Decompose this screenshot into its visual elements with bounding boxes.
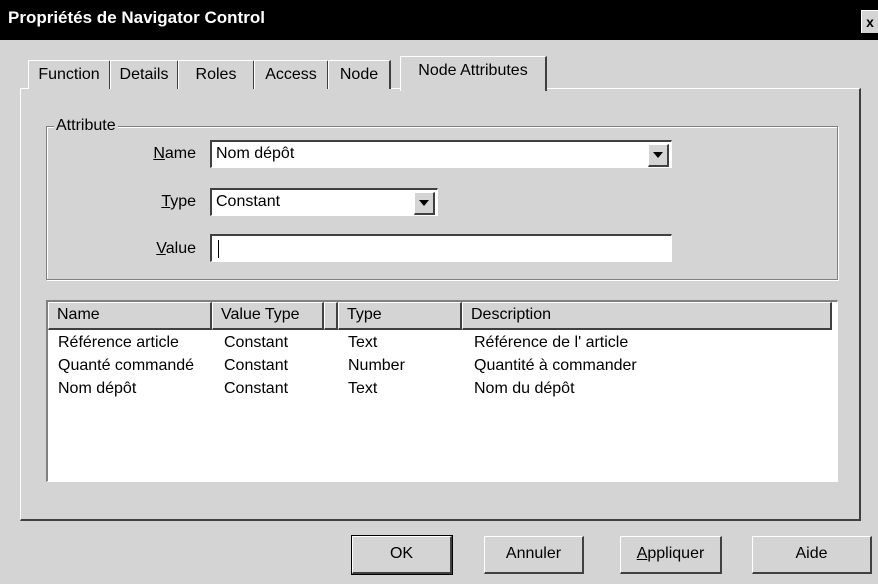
type-dropdown-value: Constant	[216, 193, 281, 210]
type-label-text: ype	[170, 193, 196, 210]
table-row[interactable]: Référence article Constant Text Référenc…	[48, 332, 832, 354]
attribute-group-label: Attribute	[54, 117, 118, 135]
cell-description: Référence de l' article	[474, 334, 629, 351]
name-label: Name	[116, 145, 196, 163]
cell-value-type: Constant	[224, 334, 289, 351]
type-dropdown-chevron-icon[interactable]	[414, 192, 435, 215]
column-header-value-type[interactable]: Value Type	[212, 302, 324, 330]
tab-function[interactable]: Function	[28, 60, 111, 89]
value-label-text: alue	[165, 240, 196, 257]
tab-label: Details	[119, 66, 169, 83]
name-dropdown[interactable]: Nom dépôt	[210, 140, 672, 168]
apply-button[interactable]: Appliquer	[620, 536, 722, 574]
properties-dialog: Propriétés de Navigator Control x Functi…	[0, 0, 878, 584]
column-header-type[interactable]: Type	[338, 302, 462, 330]
type-label: Type	[116, 193, 196, 211]
type-dropdown[interactable]: Constant	[210, 188, 438, 216]
cell-type: Text	[348, 380, 378, 397]
tab-details[interactable]: Details	[110, 60, 179, 89]
cell-type: Text	[348, 334, 378, 351]
tab-label: Access	[265, 66, 317, 83]
window-title: Propriétés de Navigator Control	[8, 8, 265, 27]
cell-name: Référence article	[58, 334, 179, 351]
value-label: Value	[116, 240, 196, 258]
column-header-description[interactable]: Description	[462, 302, 832, 330]
text-caret	[218, 240, 219, 258]
list-header: Name Value Type Type Description	[48, 302, 832, 330]
cell-description: Nom du dépôt	[474, 380, 575, 397]
cancel-button[interactable]: Annuler	[484, 536, 584, 574]
tab-label: Function	[38, 66, 100, 83]
cell-value-type: Constant	[224, 380, 289, 397]
tab-access[interactable]: Access	[254, 60, 329, 89]
column-header-label: Value Type	[221, 306, 300, 323]
column-header-spacer	[324, 302, 338, 330]
name-dropdown-chevron-icon[interactable]	[648, 144, 669, 167]
table-row[interactable]: Nom dépôt Constant Text Nom du dépôt	[48, 378, 832, 400]
column-header-label: Description	[471, 306, 552, 323]
ok-button-label: OK	[389, 545, 414, 562]
column-header-label: Type	[347, 306, 382, 323]
apply-mnemonic: A	[636, 545, 648, 562]
cell-name: Quanté commandé	[58, 357, 195, 374]
cell-value-type: Constant	[224, 357, 289, 374]
column-header-name[interactable]: Name	[48, 302, 212, 330]
cell-type: Number	[348, 357, 405, 374]
tab-label: Node	[339, 66, 379, 83]
close-icon: x	[866, 14, 874, 30]
ok-button[interactable]: OK	[351, 535, 453, 575]
tab-node[interactable]: Node	[328, 60, 391, 89]
title-bar: Propriétés de Navigator Control x	[0, 0, 878, 40]
table-row[interactable]: Quanté commandé Constant Number Quantité…	[48, 355, 832, 377]
help-button-label: Aide	[795, 545, 828, 562]
help-button[interactable]: Aide	[752, 536, 872, 574]
type-label-mnemonic: T	[161, 193, 171, 210]
name-dropdown-value: Nom dépôt	[216, 145, 295, 162]
tab-label: Roles	[195, 66, 237, 83]
cell-description: Quantité à commander	[474, 357, 637, 374]
column-header-label: Name	[57, 306, 100, 323]
tab-node-attributes[interactable]: Node Attributes	[400, 56, 547, 91]
name-label-mnemonic: N	[153, 145, 165, 162]
value-input[interactable]	[210, 234, 672, 262]
apply-button-label: ppliquer	[647, 545, 705, 562]
close-button[interactable]: x	[861, 10, 878, 33]
name-label-text: ame	[164, 145, 196, 162]
tab-roles[interactable]: Roles	[178, 60, 255, 89]
cancel-button-label: Annuler	[505, 545, 562, 562]
tab-label: Node Attributes	[418, 62, 528, 79]
cell-name: Nom dépôt	[58, 380, 137, 397]
value-label-mnemonic: V	[156, 240, 166, 257]
attributes-list[interactable]: Name Value Type Type Description Référen…	[46, 300, 838, 482]
